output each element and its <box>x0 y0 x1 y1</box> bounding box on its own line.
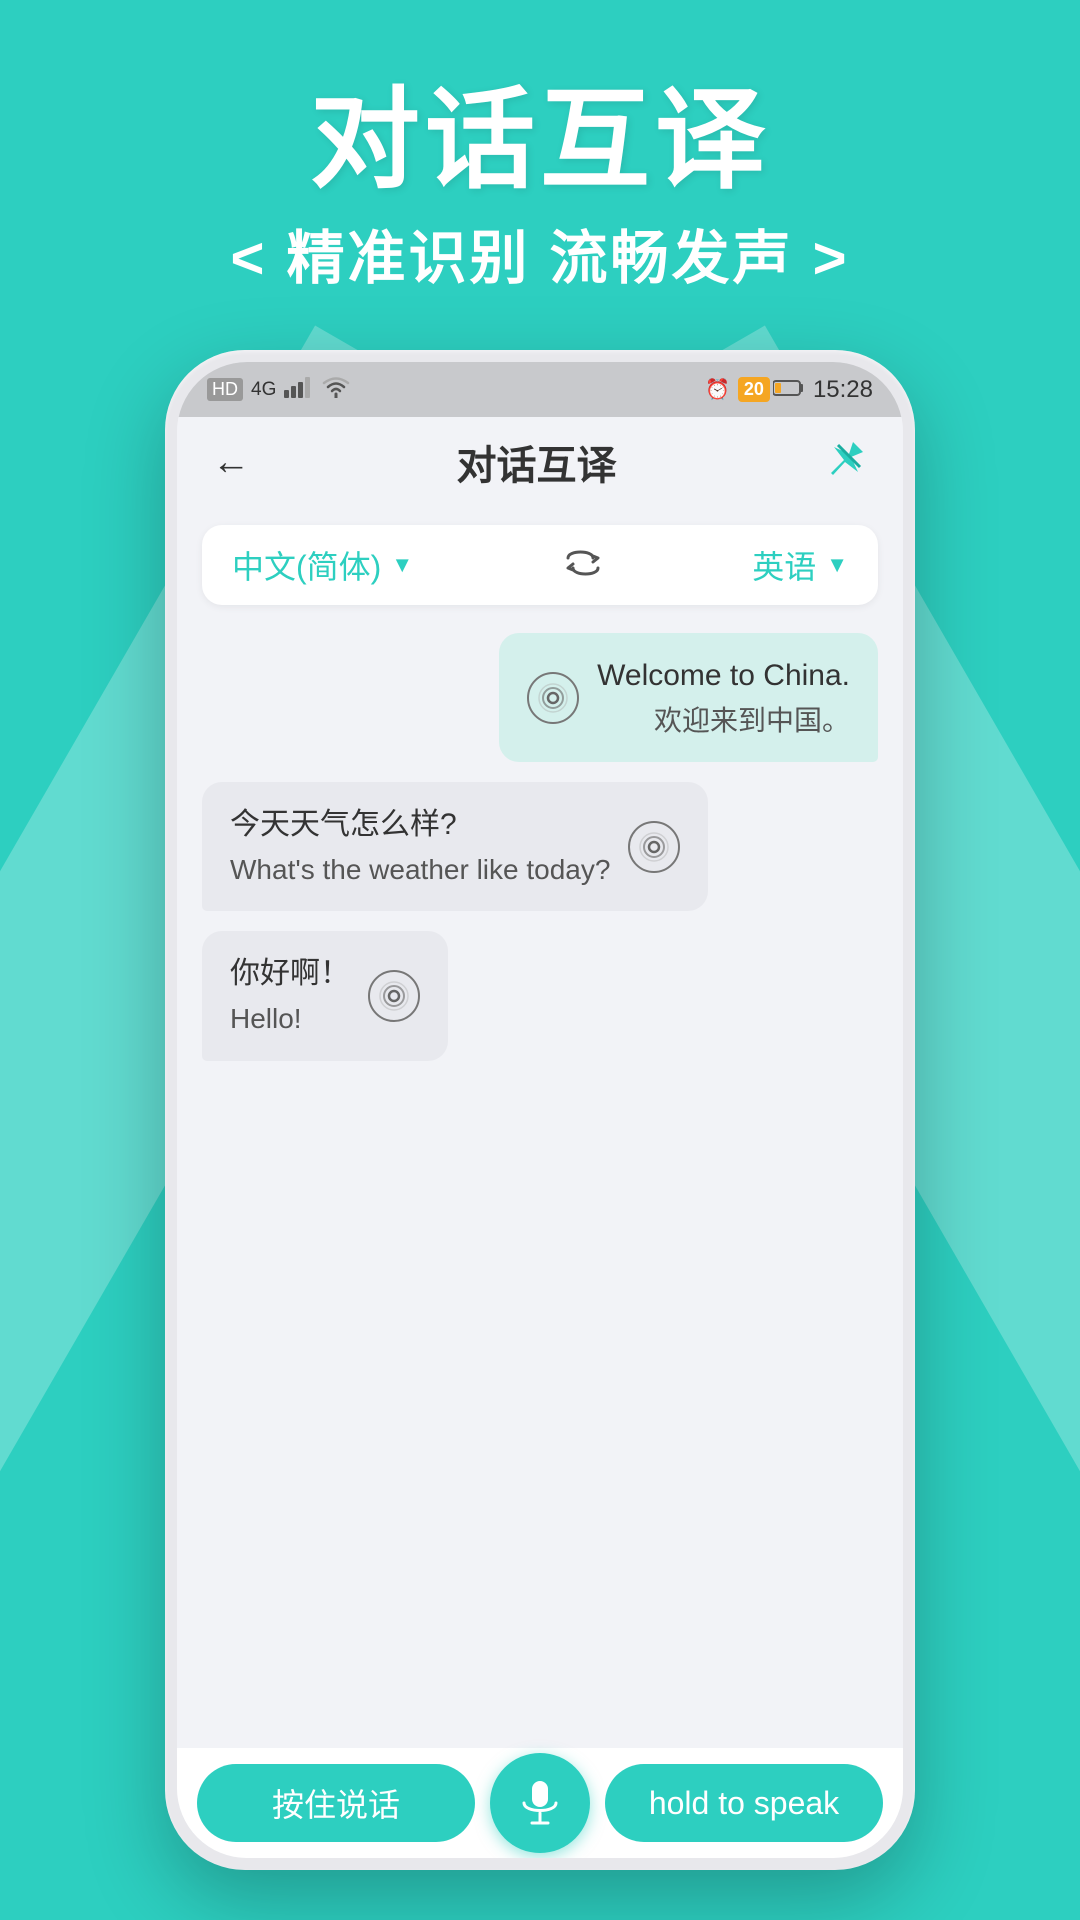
right-lang-arrow: ▼ <box>826 552 848 578</box>
header-section: 对话互译 < 精准识别 流畅发声 > <box>0 0 1080 295</box>
message-bubble-left-3: 你好啊！ Hello! <box>202 931 448 1060</box>
message-text-right-1: Welcome to China. 欢迎来到中国。 <box>597 655 850 740</box>
pin-button[interactable] <box>823 437 868 487</box>
battery-body <box>773 377 805 403</box>
back-button[interactable]: ← <box>212 441 250 484</box>
phone-outer: HD 4G <box>165 350 915 1870</box>
status-left: HD 4G <box>207 376 350 404</box>
message-bubble-right-1: Welcome to China. 欢迎来到中国。 <box>499 633 878 762</box>
left-lang-label: 中文(简体) <box>232 542 381 588</box>
speak-button-3[interactable] <box>368 970 420 1022</box>
bottom-bar: 按住说话 hold to speak <box>177 1748 903 1858</box>
battery-level: 20 <box>738 377 770 402</box>
signal-bars <box>284 376 314 404</box>
hd-badge: HD <box>207 378 243 401</box>
mic-button[interactable] <box>490 1753 590 1853</box>
message-bubble-left-2: 今天天气怎么样? What's the weather like today? <box>202 782 708 911</box>
app-header: ← 对话互译 <box>177 417 903 507</box>
right-speak-button[interactable]: hold to speak <box>605 1764 883 1842</box>
signal-4g: 4G <box>251 379 276 401</box>
language-selector: 中文(简体) ▼ 英语 ▼ <box>202 525 878 605</box>
left-lang-arrow: ▼ <box>391 552 413 578</box>
message-text-left-2: 今天天气怎么样? What's the weather like today? <box>230 804 610 889</box>
time-display: 15:28 <box>813 376 873 404</box>
main-title: 对话互译 <box>0 80 1080 201</box>
right-language[interactable]: 英语 ▼ <box>752 542 848 588</box>
wifi-icon <box>322 376 350 404</box>
main-subtitle: < 精准识别 流畅发声 > <box>0 211 1080 295</box>
right-lang-label: 英语 <box>752 542 816 588</box>
speak-button-2[interactable] <box>628 821 680 873</box>
alarm-icon: ⏰ <box>705 377 730 402</box>
phone-inner: HD 4G <box>177 362 903 1858</box>
speak-button-1[interactable] <box>527 672 579 724</box>
app-header-title: 对话互译 <box>457 433 617 491</box>
chat-area: Welcome to China. 欢迎来到中国。 今天天气怎么样? What'… <box>177 623 903 1748</box>
message-text-left-3: 你好啊！ Hello! <box>230 953 350 1038</box>
left-language[interactable]: 中文(简体) ▼ <box>232 542 413 588</box>
left-speak-button[interactable]: 按住说话 <box>197 1764 475 1842</box>
phone-mockup: HD 4G <box>165 350 915 1870</box>
battery-indicator: 20 <box>738 377 805 403</box>
status-right: ⏰ 20 15:28 <box>705 376 873 404</box>
status-bar: HD 4G <box>177 362 903 417</box>
swap-button[interactable] <box>558 538 608 593</box>
